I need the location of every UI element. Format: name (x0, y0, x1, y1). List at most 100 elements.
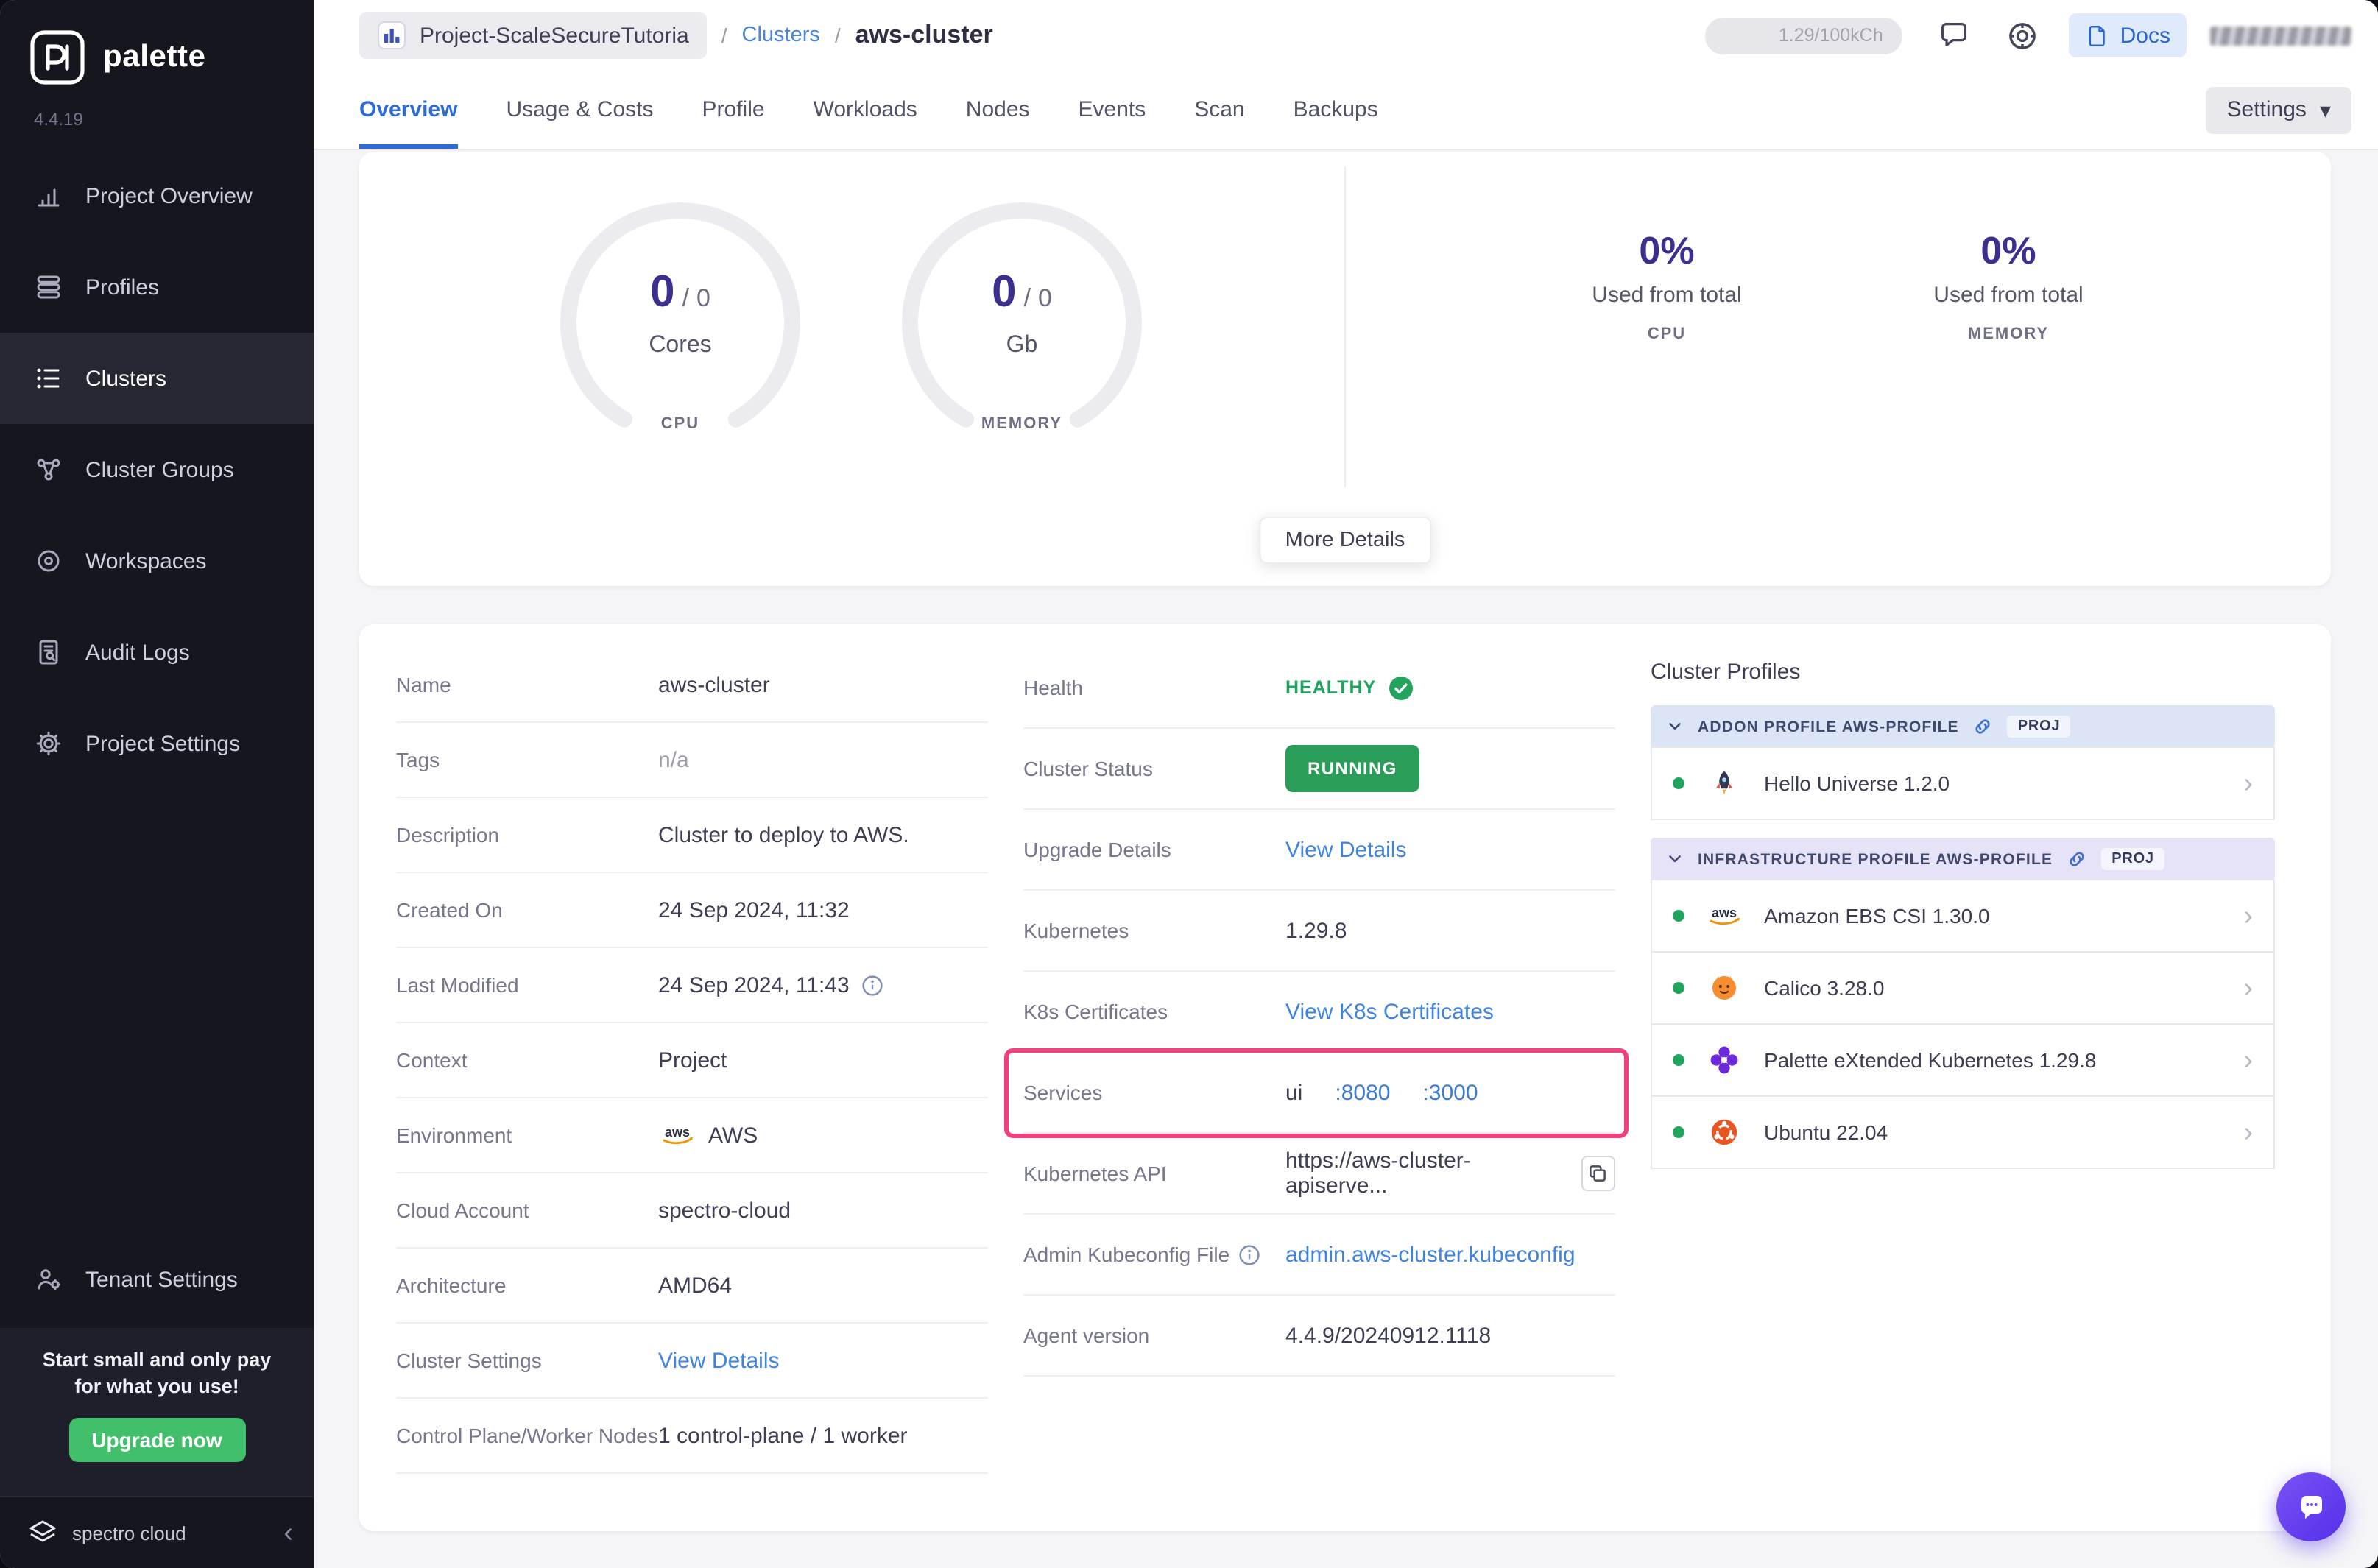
memory-usage-percent: 0% (1980, 228, 2036, 272)
row-k8s-certificates: K8s Certificates View K8s Certificates (1023, 972, 1615, 1053)
running-status-badge[interactable]: RUNNING (1285, 745, 1419, 792)
collapse-sidebar-icon[interactable]: ‹ (283, 1519, 293, 1547)
palette-pxk-icon (1702, 1045, 1746, 1075)
view-k8s-certificates-link[interactable]: View K8s Certificates (1285, 999, 1494, 1024)
chat-bubble-icon[interactable] (1938, 19, 1970, 52)
row-last-modified: Last Modified 24 Sep 2024, 11:43 (396, 948, 988, 1023)
tab-profile[interactable]: Profile (702, 71, 765, 149)
tab-nodes[interactable]: Nodes (966, 71, 1030, 149)
sidebar-item-audit-logs[interactable]: Audit Logs (0, 607, 314, 698)
row-description: Description Cluster to deploy to AWS. (396, 798, 988, 873)
kubeconfig-download-link[interactable]: admin.aws-cluster.kubeconfig (1285, 1242, 1576, 1267)
sidebar-item-project-settings[interactable]: Project Settings (0, 698, 314, 789)
user-name-redacted[interactable] (2210, 26, 2351, 45)
cpu-unit: Cores (649, 333, 712, 358)
chevron-right-icon: › (2243, 768, 2253, 799)
profile-pack-palette-extended-k8s[interactable]: Palette eXtended Kubernetes 1.29.8 › (1651, 1023, 2275, 1097)
profile-pack-ubuntu[interactable]: Ubuntu 22.04 › (1651, 1095, 2275, 1169)
cluster-settings-view-details-link[interactable]: View Details (658, 1348, 780, 1373)
gear-icon (36, 731, 61, 756)
sidebar-item-project-overview[interactable]: Project Overview (0, 150, 314, 241)
page-content: 0 / 0 Cores CPU 0 / 0 Gb MEMORY 0% Used … (314, 150, 2378, 1568)
help-compass-icon[interactable] (2005, 18, 2039, 52)
link-icon[interactable] (2066, 848, 2088, 870)
upgrade-view-details-link[interactable]: View Details (1285, 837, 1407, 862)
sidebar-item-workspaces[interactable]: Workspaces (0, 515, 314, 607)
aws-logo-icon: aws (1702, 904, 1746, 928)
promo-text-line1: Start small and only pay (42, 1349, 272, 1371)
breadcrumb-current-cluster: aws-cluster (855, 21, 993, 49)
infrastructure-profile-accordion-header[interactable]: INFRASTRUCTURE PROFILE AWS-PROFILE PROJ (1651, 838, 2275, 880)
row-control-plane-nodes: Control Plane/Worker Nodes 1 control-pla… (396, 1399, 988, 1474)
service-name: ui (1285, 1080, 1303, 1105)
service-port-3000-link[interactable]: :3000 (1422, 1080, 1478, 1105)
layers-icon (37, 275, 60, 299)
link-icon[interactable] (1972, 716, 1994, 738)
list-icon (37, 368, 60, 389)
info-icon[interactable] (1238, 1243, 1260, 1265)
service-port-8080-link[interactable]: :8080 (1335, 1080, 1390, 1105)
support-chat-fab[interactable] (2276, 1472, 2346, 1541)
tab-usage-costs[interactable]: Usage & Costs (506, 71, 653, 149)
project-name: Project-ScaleSecureTutoria (420, 23, 689, 48)
row-context: Context Project (396, 1023, 988, 1098)
footer-brand-name: spectro cloud (72, 1522, 186, 1544)
project-selector[interactable]: Project-ScaleSecureTutoria (359, 12, 707, 59)
sidebar-item-profiles[interactable]: Profiles (0, 241, 314, 333)
docs-button[interactable]: Docs (2068, 13, 2187, 57)
row-health: Health HEALTHY (1023, 648, 1615, 729)
sidebar-item-clusters[interactable]: Clusters (0, 333, 314, 424)
sidebar-item-tenant-settings[interactable]: Tenant Settings (0, 1234, 314, 1325)
row-agent-version: Agent version 4.4.9/20240912.1118 (1023, 1296, 1615, 1377)
app-version: 4.4.19 (34, 109, 83, 130)
memory-unit: Gb (1006, 333, 1038, 358)
cpu-usage-percent: 0% (1639, 228, 1695, 272)
settings-dropdown-button[interactable]: Settings ▾ (2206, 86, 2351, 133)
cluster-tabs: Overview Usage & Costs Profile Workloads… (314, 71, 2378, 150)
svg-text:aws: aws (1712, 905, 1737, 920)
row-admin-kubeconfig: Admin Kubeconfig File admin.aws-cluster.… (1023, 1215, 1615, 1296)
cluster-profiles-title: Cluster Profiles (1651, 660, 1801, 685)
details-middle-column: Health HEALTHY Cluster Status RUNNING Up… (1023, 648, 1615, 1377)
tab-workloads[interactable]: Workloads (814, 71, 917, 149)
tab-overview[interactable]: Overview (359, 71, 458, 149)
palette-logo-icon (30, 30, 85, 85)
pack-status-dot (1673, 910, 1684, 922)
brand-logo: palette (0, 0, 314, 85)
memory-used: 0 (992, 268, 1017, 317)
docs-icon (2089, 24, 2105, 46)
sidebar-item-label: Cluster Groups (85, 457, 234, 482)
cpu-used: 0 (650, 268, 675, 317)
addon-profile-accordion-header[interactable]: ADDON PROFILE AWS-PROFILE PROJ (1651, 705, 2275, 748)
profile-pack-hello-universe[interactable]: Hello Universe 1.2.0 › (1651, 746, 2275, 820)
row-environment: Environment aws AWS (396, 1098, 988, 1173)
health-status: HEALTHY (1285, 677, 1377, 698)
hello-universe-icon (1702, 769, 1746, 798)
copy-api-button[interactable] (1581, 1156, 1615, 1191)
user-gear-icon (38, 1269, 61, 1290)
chevron-right-icon: › (2243, 1117, 2253, 1148)
tab-backups[interactable]: Backups (1294, 71, 1378, 149)
main-area: Project-ScaleSecureTutoria / Clusters / … (314, 0, 2378, 1568)
upgrade-now-button[interactable]: Upgrade now (68, 1417, 245, 1462)
memory-total: 0 (1037, 284, 1052, 312)
cluster-details-card: Name aws-cluster Tags n/a Description Cl… (359, 624, 2331, 1531)
row-name: Name aws-cluster (396, 648, 988, 723)
cluster-profiles-panel: Cluster Profiles ADDON PROFILE AWS-PROFI… (1651, 660, 2275, 1169)
row-kubernetes-api: Kubernetes API https://aws-cluster-apise… (1023, 1134, 1615, 1215)
top-bar: Project-ScaleSecureTutoria / Clusters / … (314, 0, 2378, 71)
sidebar-item-cluster-groups[interactable]: Cluster Groups (0, 424, 314, 515)
check-circle-icon (1389, 676, 1413, 699)
tab-scan[interactable]: Scan (1194, 71, 1244, 149)
pack-status-dot (1673, 1054, 1684, 1066)
info-icon[interactable] (861, 974, 883, 996)
profile-pack-calico[interactable]: Calico 3.28.0 › (1651, 951, 2275, 1025)
calico-icon (1702, 973, 1746, 1003)
row-services: Services ui :8080 :3000 (1023, 1053, 1615, 1134)
spectro-cloud-logo-icon (29, 1520, 56, 1542)
profile-pack-amazon-ebs-csi[interactable]: aws Amazon EBS CSI 1.30.0 › (1651, 879, 2275, 953)
more-details-button[interactable]: More Details (1258, 517, 1432, 564)
target-icon (38, 550, 60, 572)
tab-events[interactable]: Events (1079, 71, 1146, 149)
breadcrumb-clusters-link[interactable]: Clusters (742, 24, 820, 47)
